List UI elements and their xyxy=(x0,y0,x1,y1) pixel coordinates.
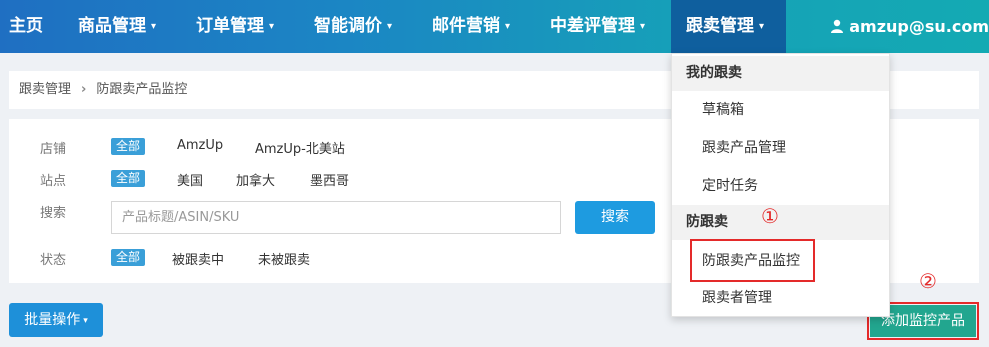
chevron-down-icon: ▾ xyxy=(151,21,157,32)
store-all-chip[interactable]: 全部 xyxy=(111,138,146,155)
breadcrumb-root[interactable]: 跟卖管理 xyxy=(19,82,71,97)
nav-item-orders[interactable]: 订单管理 ▾ xyxy=(196,0,274,53)
store-label: 店铺 xyxy=(40,142,67,157)
step-marker-2: ② xyxy=(919,269,937,293)
chevron-down-icon: ▾ xyxy=(759,21,765,32)
nav-item-reviews[interactable]: 中差评管理 ▾ xyxy=(550,0,645,53)
store-option[interactable]: AmzUp xyxy=(177,138,223,153)
highlight-box xyxy=(690,239,815,282)
top-navbar: 主页 商品管理 ▾ 订单管理 ▾ 智能调价 ▾ 邮件营销 ▾ 中差评管理 ▾ 跟卖管理 ▾ … xyxy=(0,0,989,53)
chevron-right-icon: › xyxy=(81,82,87,97)
search-label: 搜索 xyxy=(40,206,67,221)
site-option[interactable]: 美国 xyxy=(177,170,203,189)
nav-hijack-label: 跟卖管理 xyxy=(686,16,754,36)
dropdown-item-scheduled-tasks[interactable]: 定时任务 xyxy=(702,168,758,204)
status-label: 状态 xyxy=(40,253,67,268)
store-option[interactable]: AmzUp-北美站 xyxy=(255,138,345,157)
dropdown-item-drafts[interactable]: 草稿箱 xyxy=(702,92,744,128)
nav-item-hijack[interactable]: 跟卖管理 ▾ xyxy=(671,0,786,53)
dropdown-group-header: 我的跟卖 xyxy=(672,56,889,91)
chevron-down-icon: ▾ xyxy=(387,21,393,32)
user-email: amzup@su.com xyxy=(849,17,989,36)
user-menu[interactable]: amzup@su.com xyxy=(830,0,989,53)
hijack-dropdown-menu: 我的跟卖 草稿箱 跟卖产品管理 定时任务 防跟卖 防跟卖产品监控 跟卖者管理 ① xyxy=(671,53,890,317)
chevron-down-icon: ▾ xyxy=(505,21,511,32)
search-button[interactable]: 搜索 xyxy=(575,201,655,234)
site-label: 站点 xyxy=(40,174,67,189)
search-input-wrapper xyxy=(111,201,561,234)
search-input[interactable] xyxy=(112,202,560,233)
nav-repricing-label: 智能调价 xyxy=(314,16,382,36)
nav-home[interactable]: 主页 xyxy=(9,0,43,53)
dropdown-item-hijacker-management[interactable]: 跟卖者管理 xyxy=(702,280,772,316)
chevron-down-icon: ▾ xyxy=(83,316,88,326)
dropdown-item-hijack-products[interactable]: 跟卖产品管理 xyxy=(702,130,786,166)
status-option[interactable]: 未被跟卖 xyxy=(258,249,310,268)
breadcrumb-current: 防跟卖产品监控 xyxy=(96,82,188,97)
site-all-chip[interactable]: 全部 xyxy=(111,170,146,187)
user-icon xyxy=(831,19,844,33)
bulk-actions-button[interactable]: 批量操作 ▾ xyxy=(9,303,103,337)
dropdown-group-header: 防跟卖 xyxy=(672,205,889,240)
nav-reviews-label: 中差评管理 xyxy=(550,16,635,36)
chevron-down-icon: ▾ xyxy=(640,21,646,32)
nav-home-label: 主页 xyxy=(9,16,43,36)
nav-orders-label: 订单管理 xyxy=(196,16,264,36)
nav-item-products[interactable]: 商品管理 ▾ xyxy=(78,0,156,53)
nav-email-label: 邮件营销 xyxy=(432,16,500,36)
status-all-chip[interactable]: 全部 xyxy=(111,249,146,266)
site-option[interactable]: 加拿大 xyxy=(236,170,275,189)
nav-item-repricing[interactable]: 智能调价 ▾ xyxy=(314,0,392,53)
bulk-actions-label: 批量操作 xyxy=(24,312,81,328)
step-marker-1: ① xyxy=(761,204,779,228)
nav-products-label: 商品管理 xyxy=(78,16,146,36)
chevron-down-icon: ▾ xyxy=(269,21,275,32)
nav-item-email[interactable]: 邮件营销 ▾ xyxy=(432,0,510,53)
status-option[interactable]: 被跟卖中 xyxy=(172,249,224,268)
site-option[interactable]: 墨西哥 xyxy=(310,170,349,189)
